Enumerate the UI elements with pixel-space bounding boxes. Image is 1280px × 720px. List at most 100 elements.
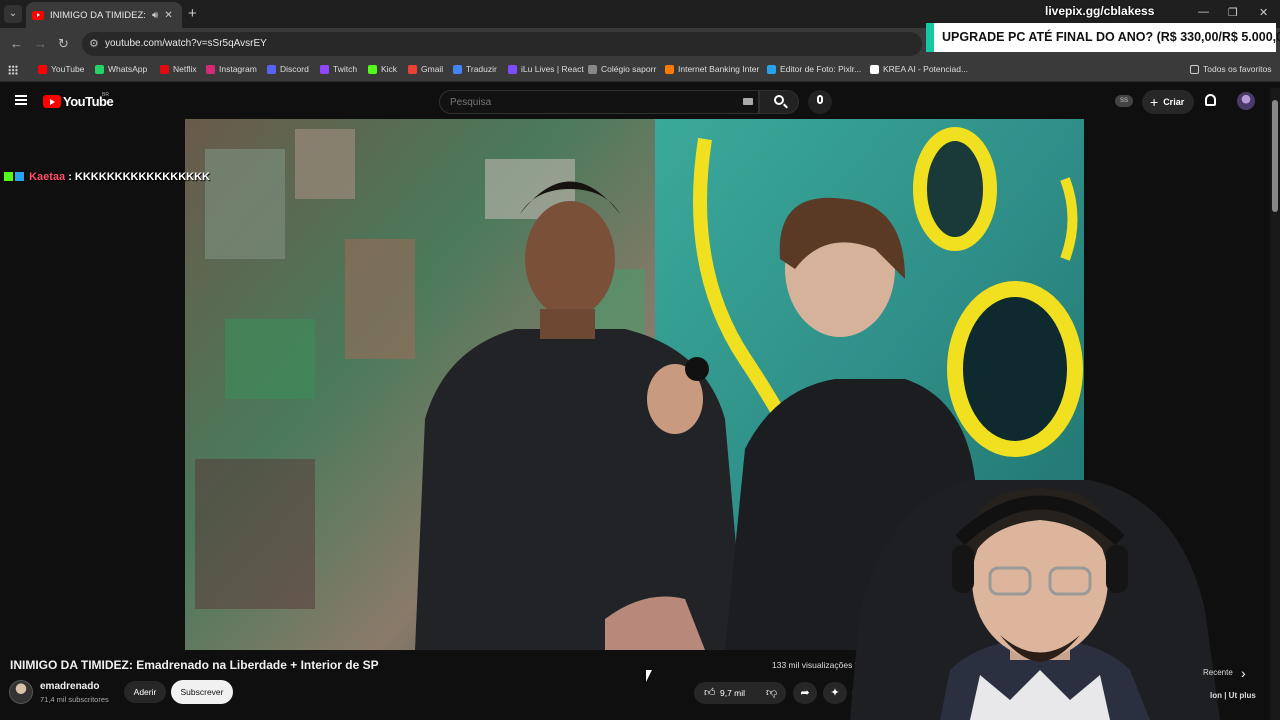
user-avatar[interactable] xyxy=(1237,92,1255,110)
apps-grid-icon[interactable] xyxy=(8,65,18,75)
region-code: BR xyxy=(102,92,109,98)
kick-badge-icon xyxy=(4,172,13,181)
youtube-header: YouTube BR SS + Criar xyxy=(0,83,1280,119)
bookmark-item[interactable]: Internet Banking Inter xyxy=(665,64,759,74)
bookmark-item[interactable]: KREA AI - Potenciad... xyxy=(870,64,968,74)
subscribe-button[interactable]: Subscrever xyxy=(171,680,233,704)
bookmark-item[interactable]: Netflix xyxy=(160,64,197,74)
minimize-icon[interactable]: — xyxy=(1198,6,1209,18)
chat-message: Kaetaa : KKKKKKKKKKKKKKKKK xyxy=(4,171,210,183)
bookmark-favicon-icon xyxy=(206,64,215,74)
bookmark-label: YouTube xyxy=(51,64,85,74)
restore-icon[interactable]: ❐ xyxy=(1228,6,1238,19)
bookmark-label: iLu Lives | React xyxy=(521,64,584,74)
sparkle-icon[interactable]: ✦ xyxy=(823,682,847,704)
like-dislike-group[interactable]: 👍︎ 9,7 mil 👎︎ xyxy=(694,682,786,704)
plus-icon: + xyxy=(1150,94,1159,110)
tab-search-chevron-icon[interactable]: ⌄ xyxy=(4,5,22,23)
bookmark-item[interactable]: Discord xyxy=(267,64,309,74)
mouse-cursor-icon xyxy=(646,670,652,682)
tab-close-icon[interactable]: ✕ xyxy=(164,10,172,21)
bookmark-label: Discord xyxy=(280,64,309,74)
bookmark-item[interactable]: iLu Lives | React xyxy=(508,64,584,74)
bookmark-favicon-icon xyxy=(508,64,517,74)
back-icon[interactable]: ← xyxy=(10,36,23,52)
notifications-bell-icon[interactable] xyxy=(1205,94,1216,106)
bookmark-favicon-icon xyxy=(320,64,329,74)
page-scrollbar[interactable] xyxy=(1270,88,1280,720)
tab-title: INIMIGO DA TIMIDEZ: Ema xyxy=(50,9,146,21)
extension-badge[interactable]: SS xyxy=(1115,95,1133,107)
bookmark-item[interactable]: Kick xyxy=(368,64,397,74)
tab-youtube-video[interactable]: INIMIGO DA TIMIDEZ: Ema 🔊︎ ✕ xyxy=(26,2,182,28)
bookmark-favicon-icon xyxy=(38,64,47,74)
thumbs-up-icon[interactable]: 👍︎ xyxy=(704,686,716,699)
bookmark-item[interactable]: Twitch xyxy=(320,64,357,74)
bookmarks-bar: YouTube WhatsApp Netflix Instagram Discord Tw… xyxy=(0,60,1280,82)
address-bar[interactable]: ⚙ youtube.com/watch?v=sSr5qAvsrEY xyxy=(82,32,922,56)
bookmark-label: WhatsApp xyxy=(108,64,148,74)
chat-username: Kaetaa xyxy=(29,171,66,183)
related-chip-recent[interactable]: Recente xyxy=(1203,668,1233,677)
related-video-title[interactable]: lon | Ut plus xyxy=(1210,691,1256,700)
bookmark-item[interactable]: YouTube xyxy=(38,64,84,74)
scrollbar-thumb[interactable] xyxy=(1272,100,1278,212)
bookmark-favicon-icon xyxy=(408,64,417,74)
bookmark-label: Netflix xyxy=(173,64,197,74)
bookmark-item[interactable]: Gmail xyxy=(408,64,443,74)
bookmark-item[interactable]: Colégio saporr xyxy=(588,64,656,74)
bookmark-label: Editor de Foto: Pixlr... xyxy=(780,64,862,74)
bookmark-item[interactable]: Editor de Foto: Pixlr... xyxy=(767,64,861,74)
like-count: 9,7 mil xyxy=(720,688,746,698)
channel-name[interactable]: emadrenado xyxy=(40,681,99,692)
bookmark-label: Gmail xyxy=(421,64,444,74)
reload-icon[interactable]: ↻ xyxy=(58,36,69,52)
bookmark-label: KREA AI - Potenciad... xyxy=(883,64,969,74)
create-button[interactable]: + Criar xyxy=(1142,90,1194,114)
bookmark-favicon-icon xyxy=(453,64,462,74)
bookmark-item[interactable]: WhatsApp xyxy=(95,64,147,74)
youtube-logo-icon[interactable] xyxy=(43,95,61,108)
forward-icon[interactable]: → xyxy=(34,36,47,52)
bookmark-label: Traduzir xyxy=(466,64,497,74)
streamer-webcam xyxy=(850,470,1230,720)
search-input[interactable] xyxy=(439,90,759,114)
video-title: INIMIGO DA TIMIDEZ: Emadrenado na Liberd… xyxy=(10,658,379,672)
bookmark-favicon-icon xyxy=(665,64,674,74)
chevron-right-icon[interactable]: › xyxy=(1241,665,1246,681)
new-tab-icon[interactable]: + xyxy=(188,5,197,23)
search-button[interactable] xyxy=(759,90,799,114)
donation-goal-text: UPGRADE PC ATÉ FINAL DO ANO? (R$ 330,00/… xyxy=(942,30,1280,44)
keyboard-icon[interactable] xyxy=(743,98,753,105)
voice-search-button[interactable] xyxy=(808,90,832,114)
donation-goal-banner: UPGRADE PC ATÉ FINAL DO ANO? (R$ 330,00/… xyxy=(926,23,1280,52)
channel-avatar[interactable] xyxy=(9,680,33,704)
bookmark-item[interactable]: Instagram xyxy=(206,64,257,74)
chat-text: KKKKKKKKKKKKKKKKK xyxy=(74,171,210,183)
bookmark-favicon-icon xyxy=(95,64,104,74)
bookmark-favicon-icon xyxy=(767,64,776,74)
folder-icon xyxy=(1190,64,1199,74)
bookmark-favicon-icon xyxy=(368,64,377,74)
hamburger-menu-icon[interactable] xyxy=(15,95,27,105)
microphone-icon xyxy=(817,95,823,104)
bookmark-favicon-icon xyxy=(160,64,169,74)
window-close-icon[interactable]: ✕ xyxy=(1259,6,1268,19)
all-bookmarks[interactable]: Todos os favoritos xyxy=(1190,64,1272,74)
bookmark-favicon-icon xyxy=(588,64,597,74)
bookmark-item[interactable]: Traduzir xyxy=(453,64,497,74)
thumbs-down-icon[interactable]: 👎︎ xyxy=(766,686,777,699)
tab-audio-icon[interactable]: 🔊︎ xyxy=(152,10,158,21)
bookmark-label: Internet Banking Inter xyxy=(678,64,760,74)
bookmark-favicon-icon xyxy=(267,64,276,74)
bookmark-label: Colégio saporr xyxy=(601,64,657,74)
site-info-icon[interactable]: ⚙ xyxy=(89,37,99,50)
bookmark-label: Twitch xyxy=(333,64,358,74)
chat-separator: : xyxy=(65,171,75,183)
search-icon xyxy=(774,95,784,105)
youtube-favicon-icon xyxy=(32,10,44,20)
share-icon[interactable]: ➦ xyxy=(793,682,817,704)
join-button[interactable]: Aderir xyxy=(124,681,166,703)
all-bookmarks-label: Todos os favoritos xyxy=(1203,64,1272,74)
webcam-frame xyxy=(850,480,1220,720)
